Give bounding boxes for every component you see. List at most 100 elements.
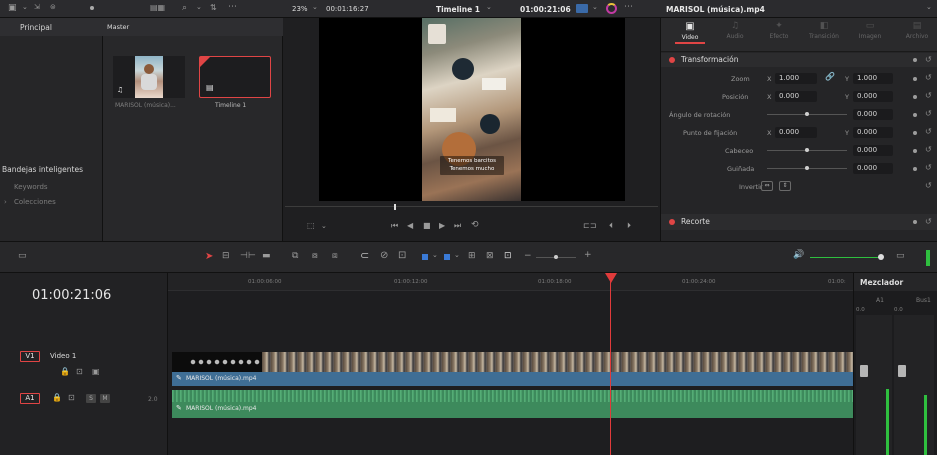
- v1-track-name[interactable]: Video 1: [50, 352, 76, 360]
- reset-icon[interactable]: ↺: [925, 163, 932, 172]
- crop-icon[interactable]: ⬚: [307, 222, 315, 230]
- pitch-field[interactable]: 0.000: [853, 145, 893, 156]
- detail-zoom-icon[interactable]: ⊠: [486, 252, 494, 261]
- timeline-timecode[interactable]: 01:00:21:06: [32, 288, 111, 303]
- mark-in-out-icon[interactable]: ⊏⊐: [583, 222, 596, 230]
- go-to-end-icon[interactable]: ⏭: [454, 222, 461, 230]
- auto-select-icon[interactable]: ⊡: [76, 368, 83, 376]
- keyframe-icon[interactable]: [913, 58, 917, 62]
- anchor-x-field[interactable]: 0.000: [775, 127, 817, 138]
- v1-track-label[interactable]: V1: [20, 351, 40, 362]
- panel-toggle-icon[interactable]: ▣: [8, 4, 17, 13]
- more-icon[interactable]: ⋯: [624, 3, 633, 12]
- position-x-field[interactable]: 0.000: [775, 91, 817, 102]
- section-enable-dot[interactable]: [669, 57, 675, 63]
- solo-button[interactable]: S: [86, 394, 96, 403]
- viewer-timecode[interactable]: 01:00:21:06: [520, 5, 571, 14]
- yaw-field[interactable]: 0.000: [853, 163, 893, 174]
- speaker-icon[interactable]: 🔊: [793, 251, 804, 260]
- yaw-slider-handle[interactable]: [805, 166, 809, 170]
- link-icon[interactable]: 🔗: [825, 73, 835, 81]
- custom-zoom-icon[interactable]: ⊡: [504, 252, 512, 261]
- viewer-scrubber[interactable]: [285, 206, 658, 207]
- video-clip-bar[interactable]: ✎ MARISOL (música).mp4: [172, 372, 853, 386]
- thumbnail-view-icon[interactable]: ▤▦: [150, 4, 165, 12]
- tab-image[interactable]: ▭ Imagen: [855, 22, 885, 41]
- tab-audio[interactable]: ♫ Audio: [721, 22, 749, 41]
- zoom-out-icon[interactable]: −: [524, 252, 532, 261]
- track-visibility-icon[interactable]: ▣: [92, 368, 100, 376]
- keyframe-icon[interactable]: [913, 113, 917, 117]
- keyframe-icon[interactable]: [913, 77, 917, 81]
- full-extent-zoom-icon[interactable]: ⊞: [468, 252, 476, 261]
- flag-icon[interactable]: [422, 254, 428, 260]
- flip-vertical-button[interactable]: ⇕: [779, 181, 791, 191]
- lock-track-icon[interactable]: 🔒: [52, 394, 62, 402]
- audio-clip[interactable]: ✎ MARISOL (música).mp4: [172, 390, 853, 418]
- timeline-area[interactable]: 01:00:06:00 01:00:12:00 01:00:18:00 01:0…: [168, 273, 853, 455]
- media-clip-marisol[interactable]: ♫: [113, 56, 185, 98]
- loop-icon[interactable]: ⟲: [471, 221, 479, 230]
- tab-principal[interactable]: Principal: [0, 18, 103, 36]
- viewer-mode-icon[interactable]: [576, 4, 588, 13]
- keyframe-icon[interactable]: [913, 149, 917, 153]
- chevron-down-icon[interactable]: ⌄: [486, 4, 492, 11]
- rotation-slider-handle[interactable]: [805, 112, 809, 116]
- playhead[interactable]: [610, 273, 611, 455]
- keyframe-icon[interactable]: [913, 167, 917, 171]
- timeline-name[interactable]: Timeline 1: [436, 5, 480, 14]
- lock-track-icon[interactable]: 🔒: [60, 368, 70, 376]
- tab-transition[interactable]: ◧ Transición: [807, 22, 841, 41]
- next-edit-icon[interactable]: ⏵: [627, 222, 631, 230]
- keyframe-icon[interactable]: [913, 220, 917, 224]
- blade-tool-icon[interactable]: ▬: [262, 252, 271, 261]
- section-enable-dot[interactable]: [669, 219, 675, 225]
- tab-file[interactable]: ▤ Archivo: [901, 22, 933, 41]
- fader-bus1[interactable]: [898, 365, 906, 377]
- position-y-field[interactable]: 0.000: [853, 91, 893, 102]
- insert-clip-icon[interactable]: ⧉: [292, 252, 298, 261]
- playhead-handle[interactable]: [605, 273, 617, 283]
- overwrite-clip-icon[interactable]: ⧇: [312, 252, 318, 261]
- chevron-right-icon[interactable]: ›: [4, 198, 7, 206]
- chevron-down-icon[interactable]: ⌄: [321, 223, 327, 230]
- reset-icon[interactable]: ↺: [925, 73, 932, 82]
- keywords-item[interactable]: Keywords: [14, 183, 48, 191]
- chevron-down-icon[interactable]: ⌄: [196, 4, 202, 11]
- volume-handle[interactable]: [878, 254, 884, 260]
- reset-icon[interactable]: ↺: [925, 145, 932, 154]
- viewer-canvas[interactable]: Tenemos barcitos Tenemos mucho: [319, 18, 625, 201]
- dynamic-trim-icon[interactable]: ⊣⊢: [240, 252, 256, 261]
- auto-select-icon[interactable]: ⊡: [68, 394, 75, 402]
- smart-bins-title[interactable]: Bandejas inteligentes: [2, 165, 83, 174]
- pitch-slider-handle[interactable]: [805, 148, 809, 152]
- lock-icon[interactable]: ⊡: [398, 251, 406, 261]
- snapping-icon[interactable]: ⊂: [360, 250, 369, 261]
- zoom-x-field[interactable]: 1.000: [775, 73, 817, 84]
- timeline-ruler[interactable]: 01:00:06:00 01:00:12:00 01:00:18:00 01:0…: [168, 273, 853, 291]
- play-icon[interactable]: ▶: [439, 222, 445, 230]
- volume-slider[interactable]: [810, 257, 880, 258]
- master-label[interactable]: Master: [107, 23, 129, 31]
- chevron-down-icon[interactable]: ⌄: [592, 4, 598, 11]
- link-icon[interactable]: ⊘: [380, 251, 388, 261]
- play-reverse-icon[interactable]: ◀: [407, 222, 413, 230]
- marker-icon[interactable]: [444, 254, 450, 260]
- a1-track-label[interactable]: A1: [20, 393, 40, 404]
- reset-icon[interactable]: ↺: [925, 217, 932, 226]
- sort-icon[interactable]: ⇅: [210, 4, 217, 12]
- zoom-y-field[interactable]: 1.000: [853, 73, 893, 84]
- chevron-down-icon[interactable]: ⌄: [926, 4, 932, 11]
- reset-icon[interactable]: ↺: [925, 127, 932, 136]
- reset-icon[interactable]: ↺: [925, 181, 932, 190]
- reset-icon[interactable]: ↺: [925, 109, 932, 118]
- dot-icon[interactable]: [90, 6, 94, 10]
- chevron-down-icon[interactable]: ⌄: [312, 4, 318, 11]
- keyframe-icon[interactable]: [913, 95, 917, 99]
- scrubber-handle[interactable]: [394, 204, 396, 210]
- filter-icon[interactable]: ⊜: [50, 4, 56, 11]
- stop-icon[interactable]: ■: [423, 222, 431, 230]
- keyframe-icon[interactable]: [913, 131, 917, 135]
- mute-button[interactable]: M: [100, 394, 110, 403]
- previous-edit-icon[interactable]: ⏴: [609, 222, 613, 230]
